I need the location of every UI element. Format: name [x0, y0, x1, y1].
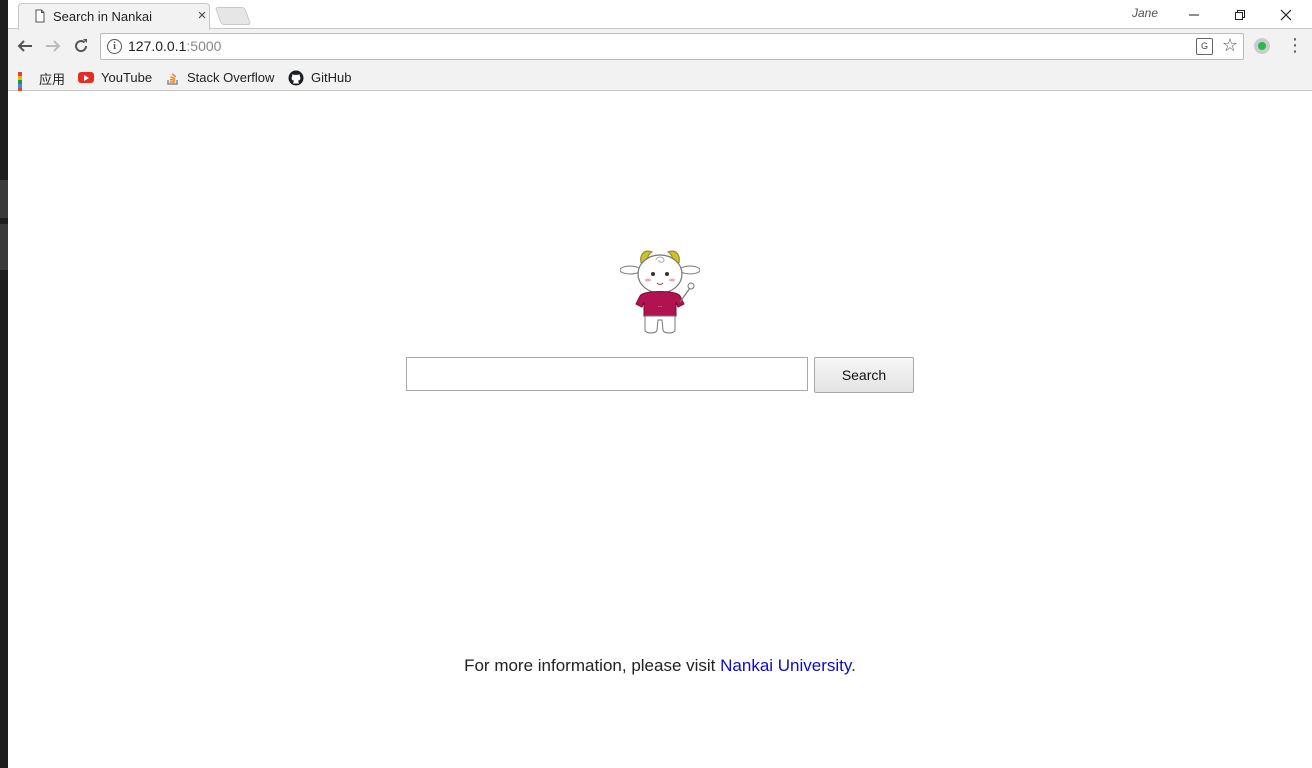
- tab-search-in-nankai[interactable]: Search in Nankai ×: [18, 3, 210, 30]
- url-text[interactable]: 127.0.0.1:5000: [128, 38, 221, 54]
- stackoverflow-icon: [167, 72, 178, 85]
- new-tab-button[interactable]: [214, 7, 252, 25]
- desktop-edge-mark: [0, 224, 8, 270]
- minimize-button[interactable]: [1172, 0, 1216, 28]
- bookmark-youtube[interactable]: YouTube: [78, 69, 152, 85]
- bookmark-label: GitHub: [311, 70, 352, 86]
- svg-text:···: ···: [658, 304, 663, 310]
- bookmark-github[interactable]: GitHub: [288, 69, 352, 86]
- close-icon: [1280, 9, 1292, 21]
- bookmark-apps[interactable]: 应用: [18, 69, 66, 108]
- url-port: :5000: [186, 38, 222, 54]
- reload-icon: [75, 39, 88, 53]
- restore-button[interactable]: [1218, 0, 1262, 28]
- footer-info: For more information, please visit Nanka…: [8, 656, 1312, 676]
- search-input[interactable]: [406, 357, 808, 391]
- nankai-mascot-logo: ···: [620, 250, 700, 334]
- page-content: ··· Search For more information, please …: [8, 91, 1312, 768]
- page-icon: [35, 9, 45, 23]
- github-icon: [288, 70, 304, 86]
- title-bar: Search in Nankai × Jane: [8, 0, 1312, 30]
- nankai-university-link[interactable]: Nankai University: [720, 656, 851, 675]
- info-icon[interactable]: i: [107, 39, 122, 54]
- reload-button[interactable]: [70, 35, 92, 57]
- bookmark-stack-overflow[interactable]: Stack Overflow: [166, 69, 274, 85]
- extension-icon[interactable]: [1254, 38, 1270, 54]
- address-bar[interactable]: i 127.0.0.1:5000 G ☆: [100, 33, 1244, 60]
- bookmark-label: YouTube: [101, 70, 153, 86]
- footer-prefix: For more information, please visit: [464, 656, 721, 675]
- arrow-left-icon: [17, 40, 32, 52]
- forward-button[interactable]: [42, 35, 64, 57]
- bookmark-star-icon[interactable]: ☆: [1222, 35, 1238, 56]
- profile-name[interactable]: Jane: [1132, 6, 1158, 20]
- tab-title: Search in Nankai: [53, 9, 152, 24]
- search-button[interactable]: Search: [814, 357, 914, 393]
- translate-icon[interactable]: G: [1196, 38, 1213, 55]
- bookmarks-bar: 应用 YouTube Stack Overflow GitHub: [8, 62, 1312, 108]
- apps-grid-icon: [18, 71, 32, 108]
- desktop-edge: [0, 0, 8, 768]
- arrow-right-icon: [46, 40, 61, 52]
- restore-icon: [1235, 10, 1245, 21]
- back-button[interactable]: [14, 35, 36, 57]
- close-window-button[interactable]: [1264, 0, 1308, 28]
- url-host: 127.0.0.1: [128, 38, 187, 54]
- bookmark-label: Stack Overflow: [187, 70, 275, 86]
- minimize-icon: [1189, 14, 1199, 16]
- close-tab-icon[interactable]: ×: [193, 7, 211, 25]
- menu-icon[interactable]: ⋮: [1286, 34, 1304, 56]
- desktop-edge-mark: [0, 180, 8, 218]
- browser-toolbar: i 127.0.0.1:5000 G ☆ ⋮: [8, 29, 1312, 62]
- browser-window: Search in Nankai × Jane i 127.0.0.1:5000…: [8, 0, 1312, 768]
- bookmark-label: 应用: [39, 72, 66, 87]
- youtube-icon: [78, 72, 94, 84]
- footer-suffix: .: [851, 656, 856, 675]
